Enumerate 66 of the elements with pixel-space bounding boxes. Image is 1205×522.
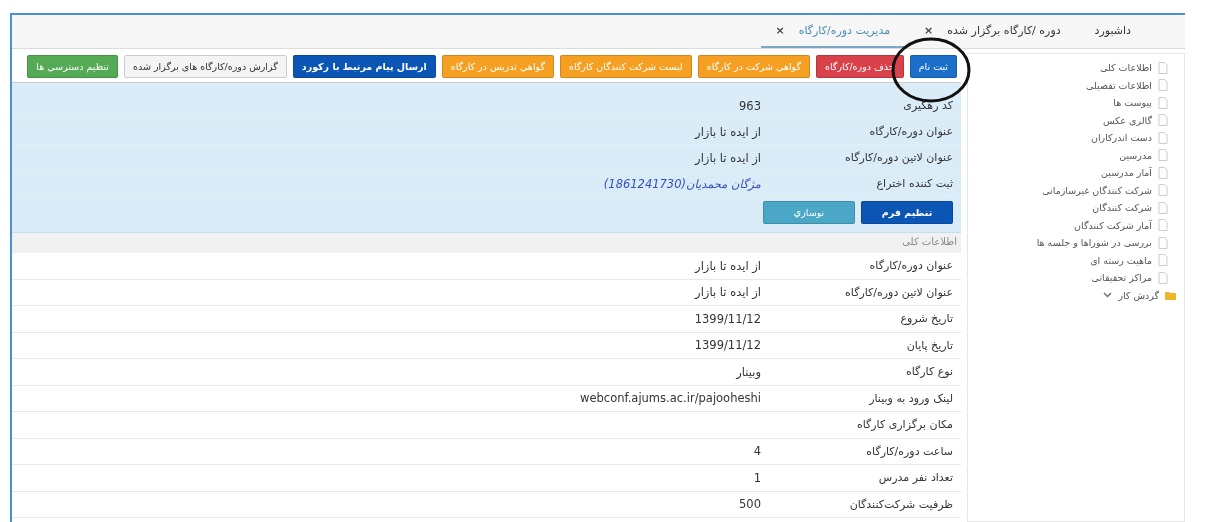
sidebar-item[interactable]: اطلاعات کلی [1100, 62, 1152, 74]
detail-value: وبینار [736, 364, 761, 379]
sidebar-item[interactable]: بررسی در شوراها و جلسه ها [1036, 237, 1152, 249]
sidebar-item[interactable]: مدرسین [1119, 149, 1152, 161]
sidebar-item[interactable]: پیوست ها [1113, 97, 1152, 109]
file-icon [1158, 96, 1168, 109]
sidebar-item[interactable]: شرکت کنندگان [1092, 202, 1152, 214]
detail-label: عنوان دوره/کارگاه [868, 259, 954, 273]
close-icon[interactable]: × [924, 24, 934, 37]
field-label: عنوان دوره/کارگاه [868, 125, 954, 138]
sidebar-item[interactable]: اطلاعات تفصیلی [1086, 79, 1152, 91]
detail-label: تاریخ شروع [899, 312, 954, 326]
file-icon [1158, 254, 1168, 267]
file-icon [1158, 236, 1168, 249]
detail-value: از ایده تا بازار [695, 285, 761, 300]
toolbar-button[interactable]: گزارش دوره/کارگاه های برگزار شده [124, 55, 287, 78]
field-label: ثبت کننده اختراع [875, 177, 954, 190]
detail-label: مکان برگزاری کارگاه [855, 418, 954, 432]
sidebar-item[interactable]: آمار مدرسین [1101, 167, 1152, 179]
file-icon [1158, 114, 1168, 127]
detail-label: عنوان لاتین دوره/کارگاه [844, 285, 954, 299]
sidebar-item[interactable]: گردش کار [1118, 289, 1159, 301]
file-icon [1158, 184, 1168, 197]
detail-value: 1399/11/12 [694, 338, 761, 353]
section-header: اطلاعات کلی [12, 233, 961, 253]
file-icon [1158, 219, 1168, 232]
file-icon [1158, 201, 1168, 214]
panel-button[interactable]: تنظیم فرم [861, 201, 953, 224]
file-icon [1158, 149, 1168, 162]
detail-value: 4 [753, 444, 761, 459]
toolbar-button[interactable]: ارسال پيام مرتبط با رکورد [292, 55, 436, 78]
detail-label: نوع کارگاه [904, 365, 954, 379]
detail-label: تعداد نفر مدرس [877, 471, 954, 485]
file-icon [1158, 131, 1168, 144]
detail-value: 500 [739, 497, 761, 512]
field-label: عنوان لاتین دوره/کارگاه [844, 151, 954, 164]
sidebar-item[interactable]: ماهیت رسته ای [1090, 254, 1152, 266]
field-value: از ایده تا بازار [695, 150, 761, 165]
detail-value: از ایده تا بازار [695, 258, 761, 273]
sidebar-item[interactable]: گالری عکس [1102, 114, 1152, 126]
field-link[interactable]: مژگان محمدیان(1861241730) [603, 176, 761, 191]
file-icon [1158, 79, 1168, 92]
file-icon [1158, 166, 1168, 179]
detail-label: ظرفیت شرکت‌کنندگان [848, 497, 954, 511]
tab[interactable]: دوره /کارگاه برگزار شده × [910, 15, 1075, 48]
folder-icon [1165, 290, 1176, 300]
field-label: کد رهگیری [902, 99, 954, 112]
close-icon[interactable]: × [775, 24, 785, 37]
detail-label: لینک ورود به وبینار [867, 391, 954, 405]
detail-value: 1399/11/12 [694, 311, 761, 326]
field-value: از ایده تا بازار [695, 124, 761, 139]
chevron-icon[interactable] [1103, 292, 1113, 299]
sidebar-item[interactable]: دست اندرکاران [1090, 132, 1152, 144]
detail-label: ساعت دوره/کارگاه [865, 444, 954, 458]
detail-value: webconf.ajums.ac.ir/pajooheshi [580, 391, 761, 406]
file-icon [1158, 61, 1168, 74]
tab[interactable]: داشبورد [1080, 15, 1145, 48]
sidebar-item[interactable]: مراکز تحقیقاتی [1091, 272, 1152, 284]
field-value: 963 [739, 98, 761, 113]
toolbar-button[interactable]: ثبت نام [909, 55, 957, 78]
sidebar-item[interactable]: شرکت کنندگان غیرسازمانی [1042, 184, 1152, 196]
file-icon [1158, 271, 1168, 284]
detail-label: تاریخ پایان [905, 338, 954, 352]
sidebar-item[interactable]: آمار شرکت کنندگان [1074, 219, 1152, 231]
tab[interactable]: مدیریت دوره/کارگاه × [761, 15, 905, 48]
detail-value: 1 [753, 470, 761, 485]
